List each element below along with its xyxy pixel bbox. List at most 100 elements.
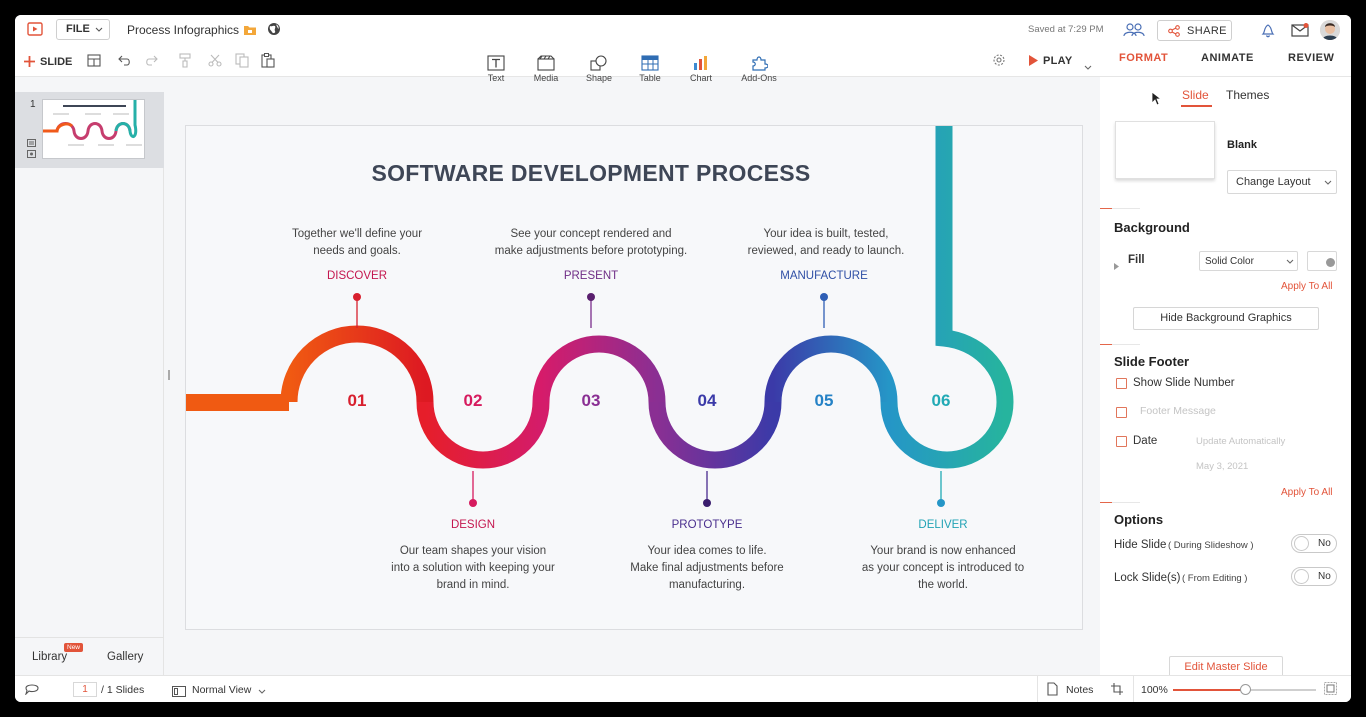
- layout-preview[interactable]: [1115, 121, 1215, 179]
- step-number: 06: [931, 391, 951, 410]
- lock-slide-toggle[interactable]: No: [1291, 567, 1337, 586]
- slide-notes-icon: [27, 139, 36, 164]
- change-layout-label: Change Layout: [1236, 176, 1311, 188]
- library-button[interactable]: Library New: [32, 643, 84, 665]
- step-description: See your concept rendered and make adjus…: [476, 226, 706, 260]
- lock-slide-label: Lock Slide(s): [1114, 572, 1181, 584]
- show-slide-number-checkbox[interactable]: [1116, 378, 1127, 389]
- insert-shape-button[interactable]: Shape: [579, 55, 619, 83]
- status-bar: 1 / 1 Slides Normal View Notes 100%: [15, 675, 1351, 702]
- page-number-input[interactable]: 1: [73, 682, 97, 697]
- file-menu-button[interactable]: FILE: [56, 19, 110, 40]
- fill-color-picker[interactable]: [1307, 251, 1337, 271]
- section-divider: [1100, 344, 1140, 345]
- insert-media-button[interactable]: Media: [526, 55, 566, 83]
- hide-slide-toggle[interactable]: No: [1291, 534, 1337, 553]
- fill-type-select[interactable]: Solid Color: [1199, 251, 1298, 271]
- zoom-slider-track[interactable]: [1173, 684, 1316, 695]
- slide-canvas[interactable]: SOFTWARE DEVELOPMENT PROCESS 01 02 03 04…: [185, 125, 1083, 630]
- copy-icon[interactable]: [235, 53, 249, 73]
- play-icon: [1029, 55, 1038, 66]
- step-description-line: the world.: [918, 579, 968, 591]
- cut-icon[interactable]: [208, 54, 222, 72]
- step-description-line: needs and goals.: [313, 245, 401, 257]
- play-button[interactable]: PLAY: [1027, 53, 1087, 69]
- layout-icon[interactable]: [87, 54, 101, 72]
- chart-icon: [694, 56, 707, 70]
- view-mode-label: Normal View: [192, 684, 252, 696]
- show-slide-number-label: Show Slide Number: [1133, 377, 1235, 389]
- tab-format[interactable]: FORMAT: [1119, 52, 1168, 64]
- step-description-line: brand in mind.: [436, 579, 510, 591]
- redo-icon[interactable]: [144, 54, 158, 72]
- date-checkbox[interactable]: [1116, 436, 1127, 447]
- avatar[interactable]: [1320, 20, 1340, 40]
- subtab-themes[interactable]: Themes: [1226, 88, 1269, 102]
- change-layout-dropdown[interactable]: Change Layout: [1227, 170, 1337, 194]
- step-name: DESIGN: [450, 519, 496, 531]
- hide-background-graphics-button[interactable]: Hide Background Graphics: [1133, 307, 1319, 330]
- collaborators-icon[interactable]: [1123, 22, 1145, 43]
- gallery-button[interactable]: Gallery: [107, 651, 143, 663]
- apply-to-all-link[interactable]: Apply To All: [1281, 281, 1333, 292]
- tab-animate[interactable]: ANIMATE: [1201, 52, 1254, 64]
- step-description-line: Together we'll define your: [291, 228, 423, 240]
- app-logo-icon[interactable]: [27, 22, 43, 42]
- step-description-line: Your idea comes to life.: [647, 545, 767, 557]
- date-label: Date: [1133, 435, 1158, 447]
- lock-slide-note: ( From Editing ): [1182, 573, 1248, 584]
- slide-thumbnail-row[interactable]: 1: [15, 92, 164, 168]
- apply-to-all-link[interactable]: Apply To All: [1281, 487, 1333, 498]
- footer-message-checkbox[interactable]: [1116, 407, 1127, 418]
- step-name: PRESENT: [563, 270, 619, 282]
- view-mode-dropdown[interactable]: Normal View: [192, 682, 272, 698]
- date-mode-select[interactable]: Update Automatically: [1196, 436, 1285, 447]
- chat-icon[interactable]: [24, 682, 39, 700]
- hide-slide-note: ( During Slideshow ): [1168, 540, 1254, 551]
- slide-thumbnail[interactable]: [42, 99, 145, 159]
- date-value-select[interactable]: May 3, 2021: [1196, 461, 1248, 472]
- new-slide-button[interactable]: SLIDE: [24, 54, 74, 70]
- subtab-slide[interactable]: Slide: [1182, 88, 1209, 102]
- table-icon: [641, 55, 659, 71]
- status-divider: [1133, 676, 1134, 702]
- fullscreen-icon[interactable]: [1324, 682, 1337, 700]
- globe-icon[interactable]: [267, 22, 281, 41]
- format-painter-icon[interactable]: [178, 53, 192, 73]
- insert-table-button[interactable]: Table: [630, 55, 670, 83]
- footer-message-label: Footer Message: [1140, 405, 1216, 417]
- insert-media-label: Media: [533, 73, 559, 83]
- thumbnail-graphic: [43, 100, 142, 146]
- step-number: 03: [581, 391, 601, 410]
- zoom-slider-handle[interactable]: [1239, 684, 1251, 695]
- settings-gear-icon[interactable]: [992, 53, 1006, 72]
- step-description-line: Make final adjustments before: [630, 562, 784, 574]
- step-name: DISCOVER: [326, 270, 388, 282]
- mail-icon[interactable]: [1291, 23, 1309, 42]
- top-bar: FILE Process Infographics Saved at 7:29 …: [15, 15, 1351, 45]
- folder-icon[interactable]: [243, 23, 257, 41]
- notes-button[interactable]: Notes: [1045, 681, 1105, 697]
- insert-addons-button[interactable]: Add-Ons: [738, 55, 780, 83]
- tab-review[interactable]: REVIEW: [1288, 52, 1334, 64]
- document-title[interactable]: Process Infographics: [127, 23, 239, 37]
- share-button[interactable]: SHARE: [1157, 20, 1232, 41]
- saved-status: Saved at 7:29 PM: [1028, 24, 1104, 35]
- notes-icon: [1047, 682, 1058, 696]
- share-icon: [1168, 25, 1180, 37]
- options-heading: Options: [1114, 512, 1164, 527]
- fill-label: Fill: [1128, 254, 1145, 266]
- panel-resize-handle[interactable]: [168, 370, 170, 380]
- play-options-chevron-icon[interactable]: [1084, 58, 1092, 76]
- notifications-icon[interactable]: [1260, 22, 1276, 43]
- text-icon: [487, 55, 505, 71]
- insert-text-button[interactable]: Text: [476, 55, 516, 83]
- page-total: / 1 Slides: [101, 684, 145, 696]
- expand-arrow-icon[interactable]: [1114, 257, 1119, 275]
- undo-icon[interactable]: [118, 54, 132, 72]
- plus-icon: [24, 56, 35, 67]
- media-icon: [537, 55, 555, 71]
- fit-slide-icon[interactable]: [1110, 682, 1124, 701]
- paste-icon[interactable]: [261, 53, 275, 73]
- insert-chart-button[interactable]: Chart: [681, 55, 721, 83]
